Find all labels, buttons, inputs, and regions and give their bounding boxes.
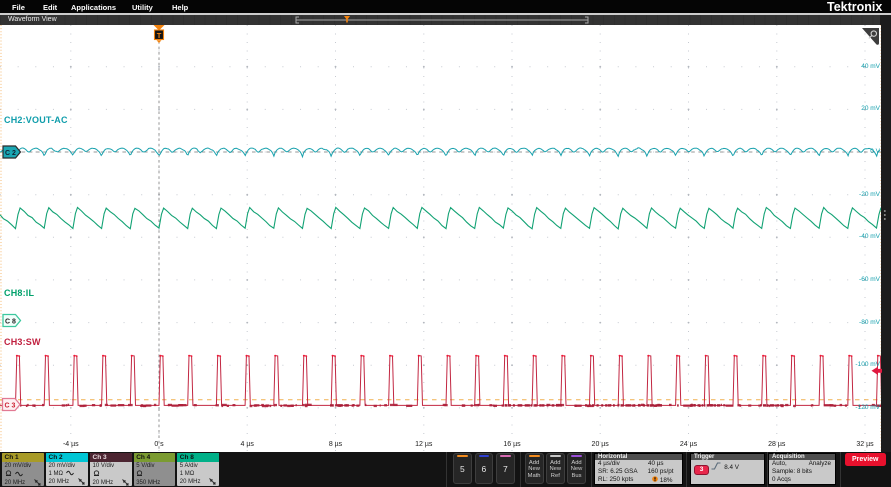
svg-text:C 8: C 8 — [5, 319, 16, 326]
svg-text:T: T — [157, 31, 162, 40]
svg-text:C 2: C 2 — [5, 150, 16, 157]
svg-text:C 3: C 3 — [5, 403, 16, 410]
